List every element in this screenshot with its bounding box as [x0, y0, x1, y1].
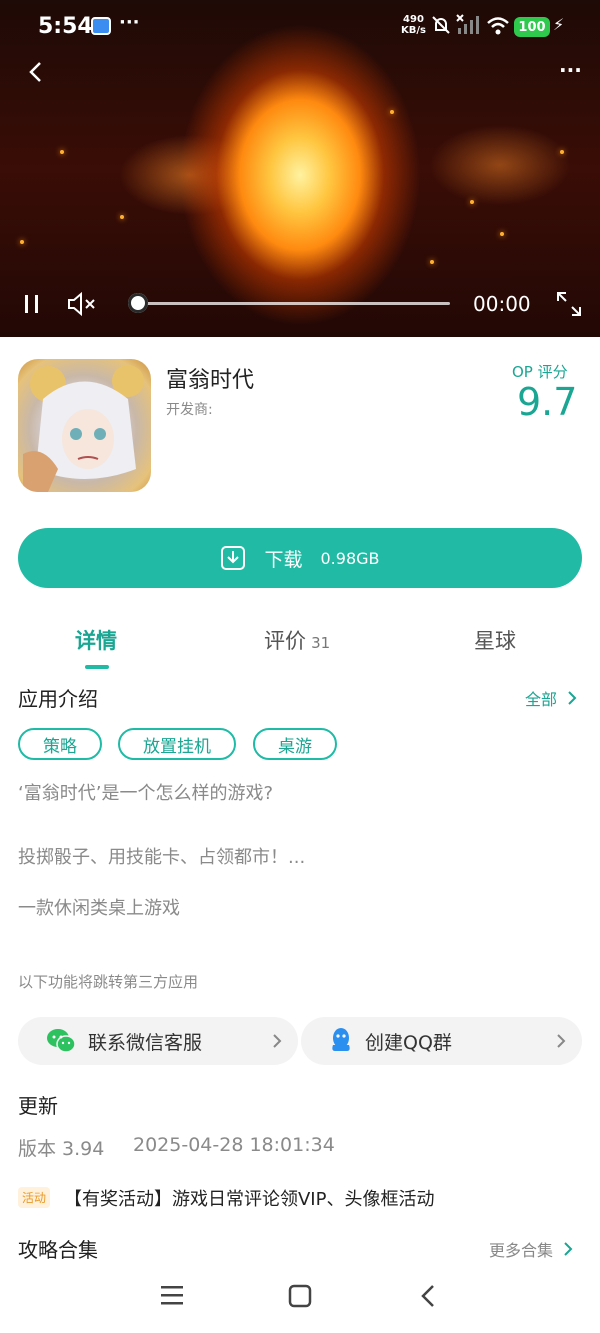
- tab-planet[interactable]: 星球: [474, 625, 516, 655]
- tab-reviews-count: 31: [311, 634, 331, 652]
- guides-title: 攻略合集: [18, 1238, 98, 1262]
- tab-details-label: 详情: [75, 629, 117, 653]
- tag-label: 策略: [43, 736, 77, 757]
- score-value: 9.7: [517, 380, 578, 424]
- download-size: 0.98GB: [320, 548, 380, 568]
- activity-link[interactable]: 【有奖活动】游戏日常评论领VIP、头像框活动: [64, 1185, 434, 1211]
- app-name: 富翁时代: [166, 368, 255, 393]
- update-title: 更新: [18, 1094, 58, 1118]
- update-version: 版本 3.94: [18, 1138, 105, 1160]
- tag-idle[interactable]: 放置挂机: [118, 728, 236, 760]
- chevron-right-icon: [557, 1034, 566, 1048]
- status-time: 5:54: [38, 14, 93, 39]
- wechat-label: 联系微信客服: [88, 1031, 203, 1054]
- update-datetime: 2025-04-28 18:01:34: [133, 1134, 335, 1156]
- tab-underline: [85, 665, 109, 669]
- more-options-icon[interactable]: ···: [559, 58, 582, 82]
- tab-details[interactable]: 详情: [56, 625, 136, 655]
- guides-more-link[interactable]: 更多合集: [489, 1237, 573, 1261]
- video-player[interactable]: [0, 0, 600, 337]
- score-label: OP 评分: [512, 363, 568, 381]
- chevron-right-icon: [564, 1242, 573, 1256]
- mute-bell-icon: [430, 14, 452, 40]
- nav-back-icon[interactable]: [418, 1283, 438, 1313]
- wifi-icon: [486, 16, 510, 40]
- intro-all-label: 全部: [525, 690, 558, 709]
- message-icon: [91, 17, 111, 35]
- pause-icon[interactable]: [22, 292, 42, 320]
- chevron-right-icon: [273, 1034, 282, 1048]
- intro-line-2: 投掷骰子、用技能卡、占领都市！...: [18, 847, 306, 868]
- intro-line-1: ‘富翁时代’是一个怎么样的游戏?: [18, 783, 273, 804]
- progress-track[interactable]: [138, 302, 450, 305]
- tag-label: 桌游: [278, 736, 312, 757]
- chevron-right-icon: [568, 691, 577, 705]
- developer-label: 开发商:: [166, 402, 213, 418]
- download-label: 下载: [264, 548, 303, 571]
- net-speed-value: 490: [403, 14, 424, 25]
- home-icon[interactable]: [288, 1284, 312, 1312]
- more-notifications-icon: ···: [119, 12, 140, 33]
- intro-title: 应用介绍: [18, 687, 98, 711]
- signal-icon: [456, 14, 482, 40]
- tag-strategy[interactable]: 策略: [18, 728, 102, 760]
- app-icon: [18, 359, 151, 492]
- qq-label: 创建QQ群: [365, 1031, 452, 1054]
- wechat-service-button[interactable]: 联系微信客服: [18, 1017, 298, 1065]
- tab-planet-label: 星球: [474, 629, 516, 653]
- create-qq-group-button[interactable]: 创建QQ群: [301, 1017, 582, 1065]
- tag-boardgame[interactable]: 桌游: [253, 728, 337, 760]
- net-speed: 490 KB/s: [401, 14, 426, 36]
- guides-more-label: 更多合集: [489, 1241, 554, 1260]
- download-button[interactable]: 下载 0.98GB: [18, 528, 582, 588]
- video-time: 00:00: [473, 292, 531, 316]
- intro-all-link[interactable]: 全部: [525, 686, 577, 710]
- tab-reviews-label: 评价: [264, 629, 306, 653]
- volume-muted-icon[interactable]: [66, 291, 98, 321]
- progress-thumb[interactable]: [128, 293, 148, 313]
- third-party-note: 以下功能将跳转第三方应用: [18, 973, 199, 991]
- menu-icon[interactable]: [160, 1284, 184, 1310]
- download-icon: [220, 545, 246, 571]
- tab-reviews[interactable]: 评价 31: [264, 625, 330, 655]
- intro-line-3: 一款休闲类桌上游戏: [18, 898, 180, 919]
- battery-indicator: 100: [514, 17, 550, 37]
- net-speed-unit: KB/s: [401, 25, 426, 36]
- fullscreen-icon[interactable]: [555, 290, 583, 322]
- qq-icon: [329, 1027, 353, 1055]
- back-icon[interactable]: [26, 60, 46, 88]
- wechat-icon: [46, 1028, 76, 1054]
- charging-icon: ⚡: [553, 15, 565, 34]
- tag-label: 放置挂机: [143, 736, 211, 757]
- battery-level: 100: [518, 19, 546, 35]
- activity-badge: 活动: [18, 1187, 51, 1208]
